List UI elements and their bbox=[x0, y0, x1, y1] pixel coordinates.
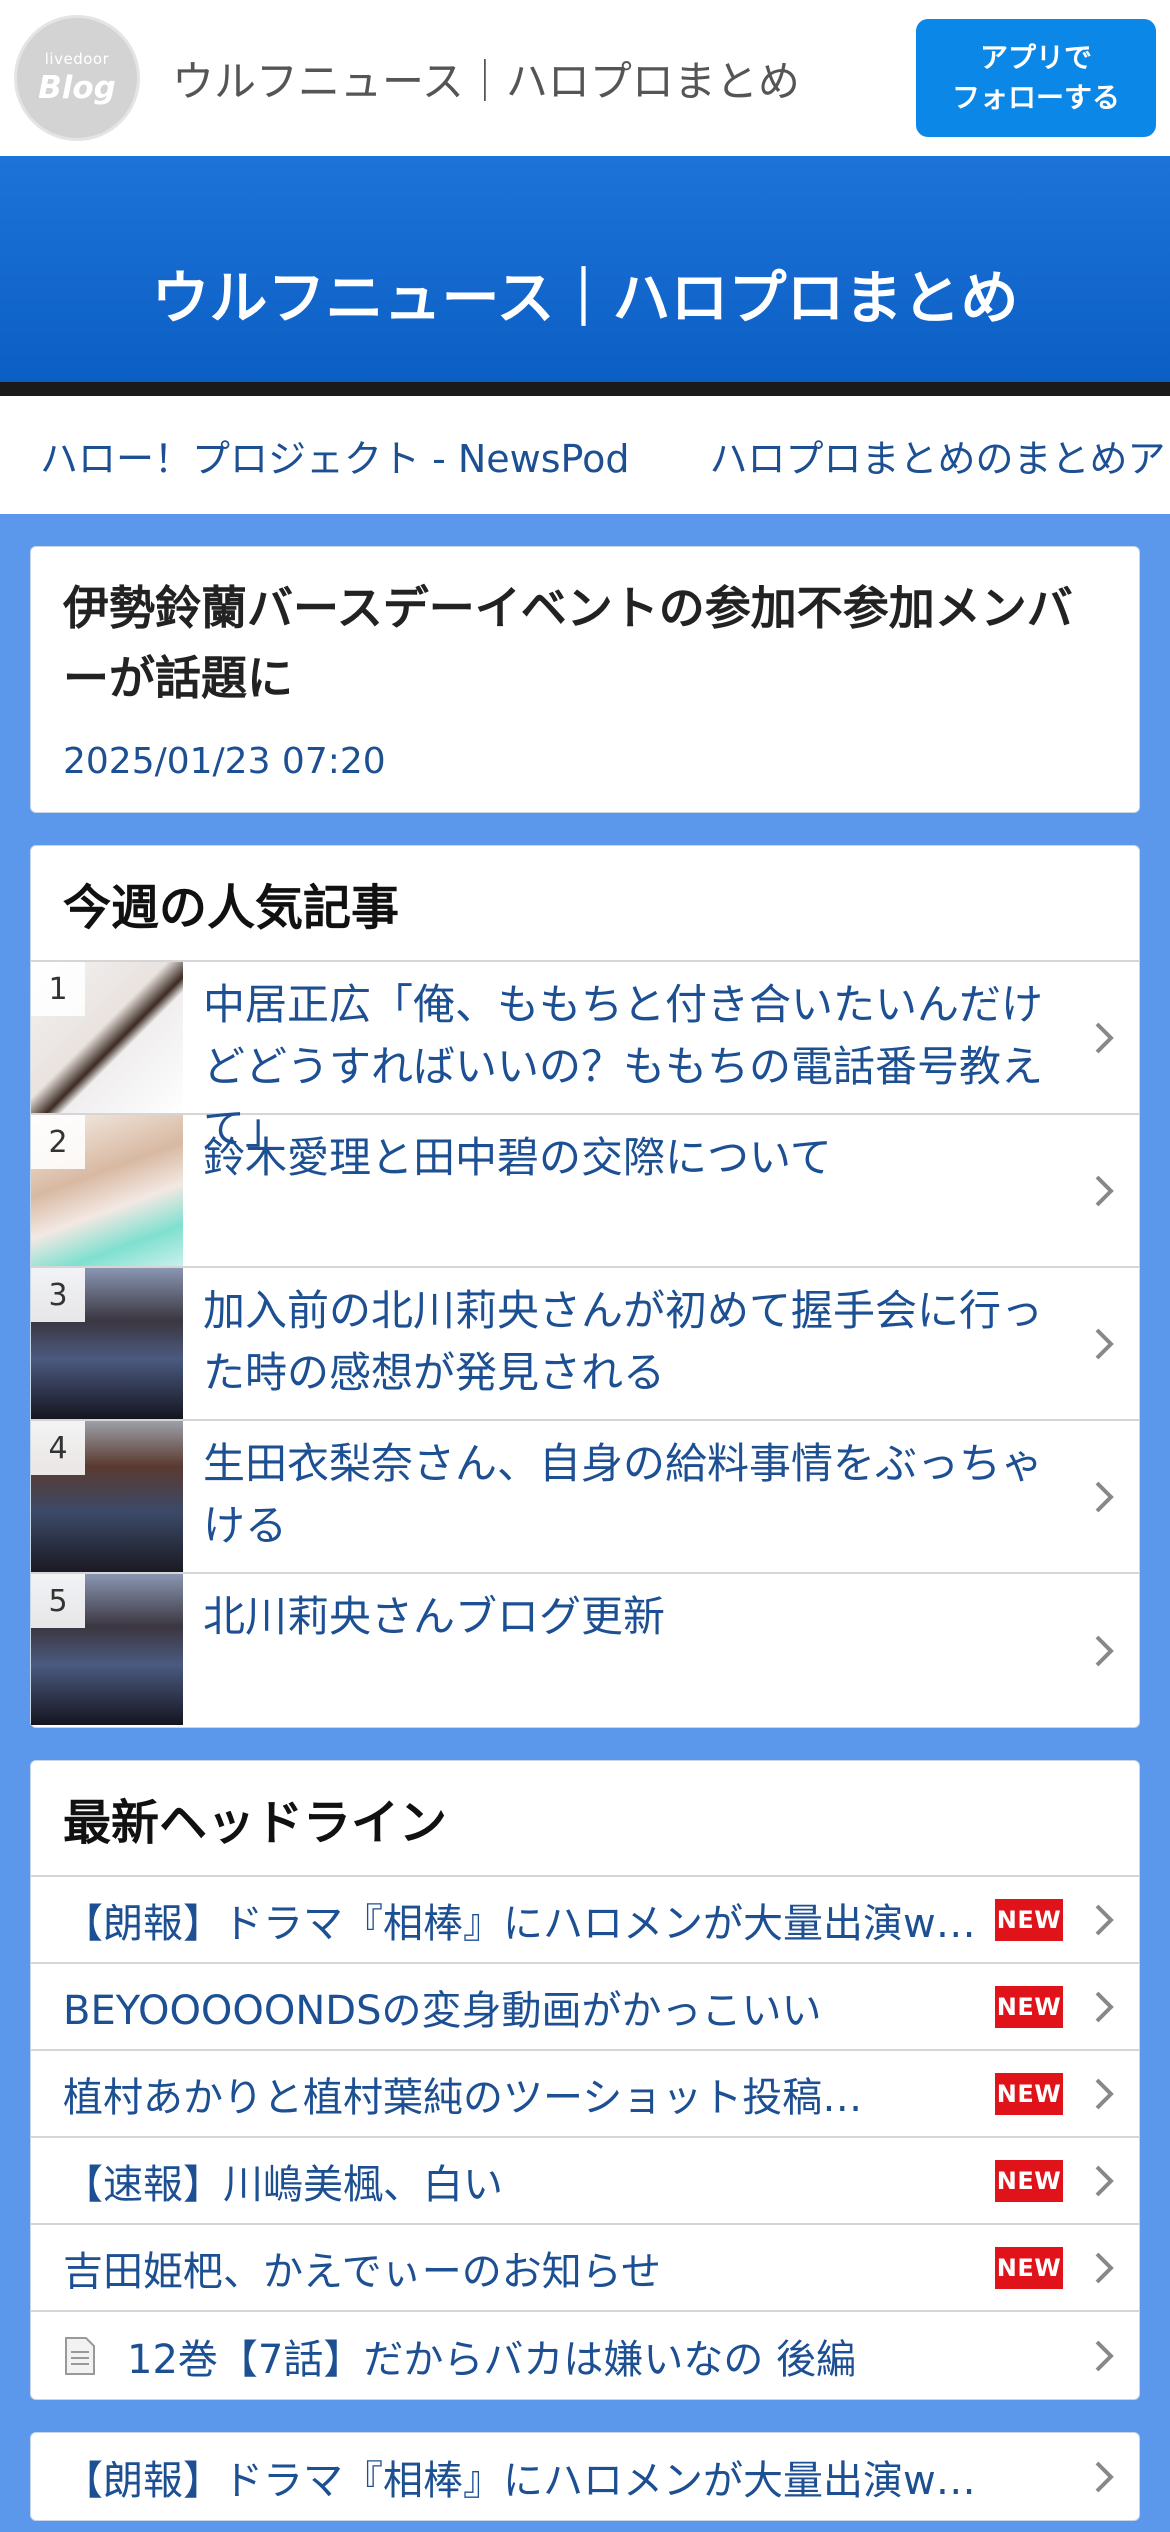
latest-headlines: 最新ヘッドライン 【朗報】ドラマ『相棒』にハロメンが大量出演w… NEW BEY… bbox=[30, 1760, 1140, 2400]
chevron-right-icon bbox=[1095, 2078, 1114, 2109]
headline-title: 【速報】川嶋美楓、白い bbox=[63, 2161, 503, 2208]
chevron-right-icon bbox=[1095, 2461, 1114, 2492]
related-links-strip: ハロー！プロジェクト - NewsPod ハロプロまとめのまとめア bbox=[0, 396, 1170, 514]
chevron-right-icon bbox=[1095, 1904, 1114, 1935]
rank-number: 4 bbox=[31, 1421, 85, 1475]
chevron-right-icon bbox=[1095, 1635, 1114, 1666]
document-icon bbox=[65, 2336, 95, 2375]
chevron-right-icon bbox=[1095, 2340, 1114, 2371]
popular-item[interactable]: 4 生田衣梨奈さん、自身の給料事情をぶっちゃける bbox=[31, 1421, 1139, 1574]
new-badge: NEW bbox=[995, 2072, 1063, 2115]
article-title: 伊勢鈴蘭バースデーイベントの参加不参加メンバーが話題に bbox=[63, 581, 1073, 705]
logo-big-text: Blog bbox=[38, 70, 116, 106]
rank-number: 3 bbox=[31, 1268, 85, 1322]
popular-item[interactable]: 2 鈴木愛理と田中碧の交際について bbox=[31, 1115, 1139, 1268]
related-articles: 【朗報】ドラマ『相棒』にハロメンが大量出演w… bbox=[30, 2432, 1140, 2521]
logo-small-text: livedoor bbox=[44, 50, 110, 68]
new-badge: NEW bbox=[995, 2159, 1063, 2202]
headline-title: BEYOOOOONDSの変身動画がかっこいい bbox=[63, 1987, 822, 2034]
thumbnail-image: 4 bbox=[31, 1421, 183, 1572]
thumbnail-image: 1 bbox=[31, 962, 183, 1113]
new-badge: NEW bbox=[995, 2246, 1063, 2289]
popular-item[interactable]: 1 中居正広「俺、ももちと付き合いたいんだけどどうすればいいの？ももちの電話番号… bbox=[31, 962, 1139, 1153]
headline-item[interactable]: 12巻【7話】だからバカは嫌いなの 後編 bbox=[31, 2312, 1139, 2399]
headline-title: 植村あかりと植村葉純のツーショット投稿… bbox=[63, 2074, 863, 2121]
thumbnail-image: 5 bbox=[31, 1574, 183, 1725]
strip-link[interactable]: ハロプロまとめのまとめア bbox=[709, 428, 1165, 483]
follow-line-1: アプリで bbox=[979, 41, 1092, 74]
popular-item-title: 中居正広「俺、ももちと付き合いたいんだけどどうすればいいの？ももちの電話番号教え… bbox=[203, 980, 1044, 1153]
headline-title: 【朗報】ドラマ『相棒』にハロメンが大量出演w… bbox=[63, 1900, 976, 1947]
headline-title: 吉田姫杷、かえでぃーのお知らせ bbox=[63, 2248, 661, 2295]
article-card: 伊勢鈴蘭バースデーイベントの参加不参加メンバーが話題に 2025/01/23 0… bbox=[30, 546, 1140, 813]
related-title: 【朗報】ドラマ『相棒』にハロメンが大量出演w… bbox=[63, 2457, 976, 2504]
site-name[interactable]: ウルフニュース｜ハロプロまとめ bbox=[172, 48, 800, 109]
article-date: 2025/01/23 07:20 bbox=[63, 741, 386, 782]
chevron-right-icon bbox=[1095, 2165, 1114, 2196]
headline-item[interactable]: 植村あかりと植村葉純のツーショット投稿… NEW bbox=[31, 2051, 1139, 2138]
popular-item-title: 生田衣梨奈さん、自身の給料事情をぶっちゃける bbox=[203, 1439, 1044, 1550]
thumbnail-image: 3 bbox=[31, 1268, 183, 1419]
rank-number: 1 bbox=[31, 962, 85, 1016]
strip-link[interactable]: ハロー！プロジェクト - NewsPod bbox=[40, 428, 629, 483]
follow-app-button[interactable]: アプリで フォローする bbox=[916, 19, 1156, 137]
new-badge: NEW bbox=[995, 1898, 1063, 1941]
chevron-right-icon bbox=[1095, 1175, 1114, 1206]
chevron-right-icon bbox=[1095, 1991, 1114, 2022]
headline-item[interactable]: BEYOOOOONDSの変身動画がかっこいい NEW bbox=[31, 1964, 1139, 2051]
hero-title[interactable]: ウルフニュース｜ハロプロまとめ bbox=[151, 251, 1018, 335]
follow-line-2: フォローする bbox=[951, 81, 1120, 114]
thumbnail-image: 2 bbox=[31, 1115, 183, 1266]
chevron-right-icon bbox=[1095, 1481, 1114, 1512]
popular-item-title: 加入前の北川莉央さんが初めて握手会に行った時の感想が発見される bbox=[203, 1286, 1044, 1397]
top-bar: livedoor Blog ウルフニュース｜ハロプロまとめ アプリで フォローす… bbox=[0, 0, 1170, 156]
popular-item-title: 北川莉央さんブログ更新 bbox=[203, 1592, 666, 1641]
rank-number: 5 bbox=[31, 1574, 85, 1628]
rank-number: 2 bbox=[31, 1115, 85, 1169]
headline-item[interactable]: 吉田姫杷、かえでぃーのお知らせ NEW bbox=[31, 2225, 1139, 2312]
popular-heading: 今週の人気記事 bbox=[31, 846, 1139, 962]
livedoor-blog-logo[interactable]: livedoor Blog bbox=[14, 15, 140, 141]
headline-title: 12巻【7話】だからバカは嫌いなの 後編 bbox=[127, 2336, 857, 2383]
popular-item[interactable]: 3 加入前の北川莉央さんが初めて握手会に行った時の感想が発見される bbox=[31, 1268, 1139, 1421]
popular-item-title: 鈴木愛理と田中碧の交際について bbox=[203, 1133, 832, 1182]
new-badge: NEW bbox=[995, 1985, 1063, 2028]
chevron-right-icon bbox=[1095, 1022, 1114, 1053]
related-item[interactable]: 【朗報】ドラマ『相棒』にハロメンが大量出演w… bbox=[31, 2433, 1139, 2520]
headlines-heading: 最新ヘッドライン bbox=[31, 1761, 1139, 1877]
hero-banner: ウルフニュース｜ハロプロまとめ bbox=[0, 156, 1170, 396]
popular-articles: 今週の人気記事 1 中居正広「俺、ももちと付き合いたいんだけどどうすればいいの？… bbox=[30, 845, 1140, 1728]
chevron-right-icon bbox=[1095, 2252, 1114, 2283]
headline-item[interactable]: 【速報】川嶋美楓、白い NEW bbox=[31, 2138, 1139, 2225]
headline-item[interactable]: 【朗報】ドラマ『相棒』にハロメンが大量出演w… NEW bbox=[31, 1877, 1139, 1964]
chevron-right-icon bbox=[1095, 1328, 1114, 1359]
popular-item[interactable]: 5 北川莉央さんブログ更新 bbox=[31, 1574, 1139, 1727]
